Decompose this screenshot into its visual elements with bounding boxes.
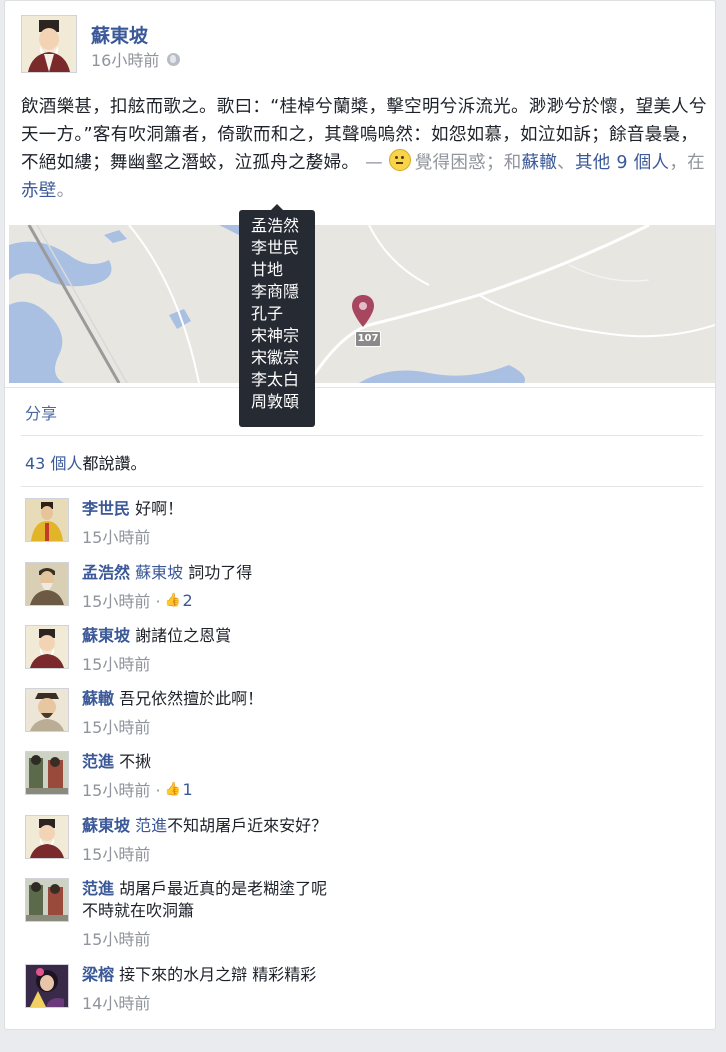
commenter-name[interactable]: 孟浩然 — [82, 563, 130, 582]
comment-time[interactable]: 15小時前 — [82, 524, 150, 548]
post-time[interactable]: 16小時前 — [91, 47, 159, 71]
comment-text: 吾兄依然擅於此啊！ — [119, 689, 264, 708]
comment-meta: 14小時前 — [82, 990, 150, 1014]
comment-meta: 15小時前 · 1 — [82, 777, 193, 801]
post-card: 蘇東坡 16小時前 飲酒樂甚，扣舷而歌之。歌曰：“桂棹兮蘭槳，擊空明兮泝流光。渺… — [4, 0, 716, 1030]
map-divider — [5, 387, 715, 388]
feeling-prefix: — — [359, 153, 389, 173]
tag-separator: 、 — [557, 153, 575, 173]
commenter-avatar[interactable] — [25, 562, 69, 606]
tooltip-name: 李世民 — [251, 238, 300, 257]
comment-body: 蘇東坡 范進不知胡屠戶近來安好？ — [82, 815, 682, 837]
comment-time[interactable]: 14小時前 — [82, 990, 150, 1014]
comment-body: 蘇東坡 謝諸位之恩賞 — [82, 625, 682, 647]
tagged-person-link[interactable]: 蘇轍 — [522, 153, 558, 173]
likes-suffix: 都說讚。 — [82, 454, 147, 473]
comment-text: 好啊！ — [135, 499, 184, 518]
at-prefix: ，在 — [669, 153, 705, 173]
feeling-text: 覺得困惑 — [414, 153, 486, 173]
share-link[interactable]: 分享 — [25, 400, 57, 424]
comment-text-line2: 不時就在吹洞簫 — [82, 901, 195, 920]
others-tooltip: 孟浩然李世民甘地李商隱孔子宋神宗宋徽宗李太白周敦頤 — [239, 204, 315, 427]
commenter-name[interactable]: 梁榕 — [82, 965, 114, 984]
commenter-avatar[interactable] — [25, 498, 69, 542]
with-prefix: ；和 — [485, 153, 522, 173]
tooltip-name: 周敦頤 — [251, 392, 300, 411]
author-avatar[interactable] — [21, 15, 77, 73]
comment-like-count[interactable]: 2 — [183, 591, 193, 610]
likes-divider — [21, 486, 703, 487]
tooltip-name: 甘地 — [251, 260, 284, 279]
tooltip-name: 李太白 — [251, 370, 300, 389]
comment-text: 謝諸位之恩賞 — [135, 626, 232, 645]
commenter-avatar[interactable] — [25, 964, 69, 1008]
tooltip-name: 孔子 — [251, 304, 284, 323]
commenter-name[interactable]: 范進 — [82, 879, 114, 898]
commenter-avatar[interactable] — [25, 878, 69, 922]
likes-summary: 43 個人都說讚。 — [25, 450, 146, 474]
route-shield: 107 — [355, 331, 381, 347]
tooltip-name: 李商隱 — [251, 282, 300, 301]
commenter-name[interactable]: 蘇轍 — [82, 689, 114, 708]
comment-text: 不揪 — [119, 752, 152, 771]
globe-icon[interactable] — [167, 52, 181, 66]
commenter-name[interactable]: 李世民 — [82, 499, 130, 518]
confused-emoji-icon — [388, 149, 411, 171]
comment-body: 梁榕 接下來的水月之辯 精彩精彩 — [82, 964, 682, 986]
comment-text: 接下來的水月之辯 精彩精彩 — [119, 965, 317, 984]
comment-text: 詞功了得 — [188, 563, 253, 582]
comment-meta: 15小時前 · 2 — [82, 588, 193, 612]
tooltip-name: 宋徽宗 — [251, 348, 300, 367]
post-body: 飲酒樂甚，扣舷而歌之。歌曰：“桂棹兮蘭槳，擊空明兮泝流光。渺渺兮於懷，望美人兮天… — [21, 93, 711, 205]
comment-meta: 15小時前 — [82, 926, 150, 950]
comment-meta: 15小時前 — [82, 714, 150, 738]
tooltip-name: 孟浩然 — [251, 216, 300, 235]
comment-time[interactable]: 15小時前 · — [82, 777, 161, 801]
tooltip-name: 宋神宗 — [251, 326, 300, 345]
others-link[interactable]: 其他 9 個人 — [575, 153, 669, 173]
comment-body: 范進 不揪 — [82, 751, 682, 773]
post-meta: 16小時前 — [91, 47, 181, 71]
likes-count-link[interactable]: 43 個人 — [25, 454, 82, 473]
post-end: 。 — [56, 181, 75, 201]
comment-time[interactable]: 15小時前 · — [82, 588, 161, 612]
location-map[interactable]: 107 — [9, 225, 715, 383]
comment-mention[interactable]: 范進 — [135, 816, 167, 835]
comment-body: 李世民 好啊！ — [82, 498, 682, 520]
comment-text: 不知胡屠戶近來安好？ — [167, 816, 328, 835]
commenter-name[interactable]: 蘇東坡 — [82, 816, 130, 835]
comment-meta: 15小時前 — [82, 524, 150, 548]
comment-meta: 15小時前 — [82, 651, 150, 675]
place-link[interactable]: 赤壁 — [21, 181, 57, 201]
comment-body: 蘇轍 吾兄依然擅於此啊！ — [82, 688, 682, 710]
comment-time[interactable]: 15小時前 — [82, 926, 150, 950]
thumbs-up-icon[interactable] — [165, 783, 179, 796]
comment-meta: 15小時前 — [82, 841, 150, 865]
comment-mention[interactable]: 蘇東坡 — [135, 563, 183, 582]
comment-time[interactable]: 15小時前 — [82, 714, 150, 738]
comment-body: 范進 胡屠戶最近真的是老糊塗了呢不時就在吹洞簫 — [82, 878, 682, 922]
commenter-name[interactable]: 蘇東坡 — [82, 626, 130, 645]
comment-time[interactable]: 15小時前 — [82, 841, 150, 865]
commenter-avatar[interactable] — [25, 625, 69, 669]
post-author-name[interactable]: 蘇東坡 — [91, 21, 148, 48]
actions-divider — [21, 435, 703, 436]
thumbs-up-icon[interactable] — [165, 594, 179, 607]
commenter-avatar[interactable] — [25, 815, 69, 859]
comment-like-count[interactable]: 1 — [183, 780, 193, 799]
commenter-avatar[interactable] — [25, 751, 69, 795]
map-marker-icon[interactable] — [352, 295, 374, 327]
commenter-avatar[interactable] — [25, 688, 69, 732]
commenter-name[interactable]: 范進 — [82, 752, 114, 771]
comment-body: 孟浩然 蘇東坡 詞功了得 — [82, 562, 682, 584]
comment-text: 胡屠戶最近真的是老糊塗了呢 — [119, 879, 328, 898]
comment-time[interactable]: 15小時前 — [82, 651, 150, 675]
